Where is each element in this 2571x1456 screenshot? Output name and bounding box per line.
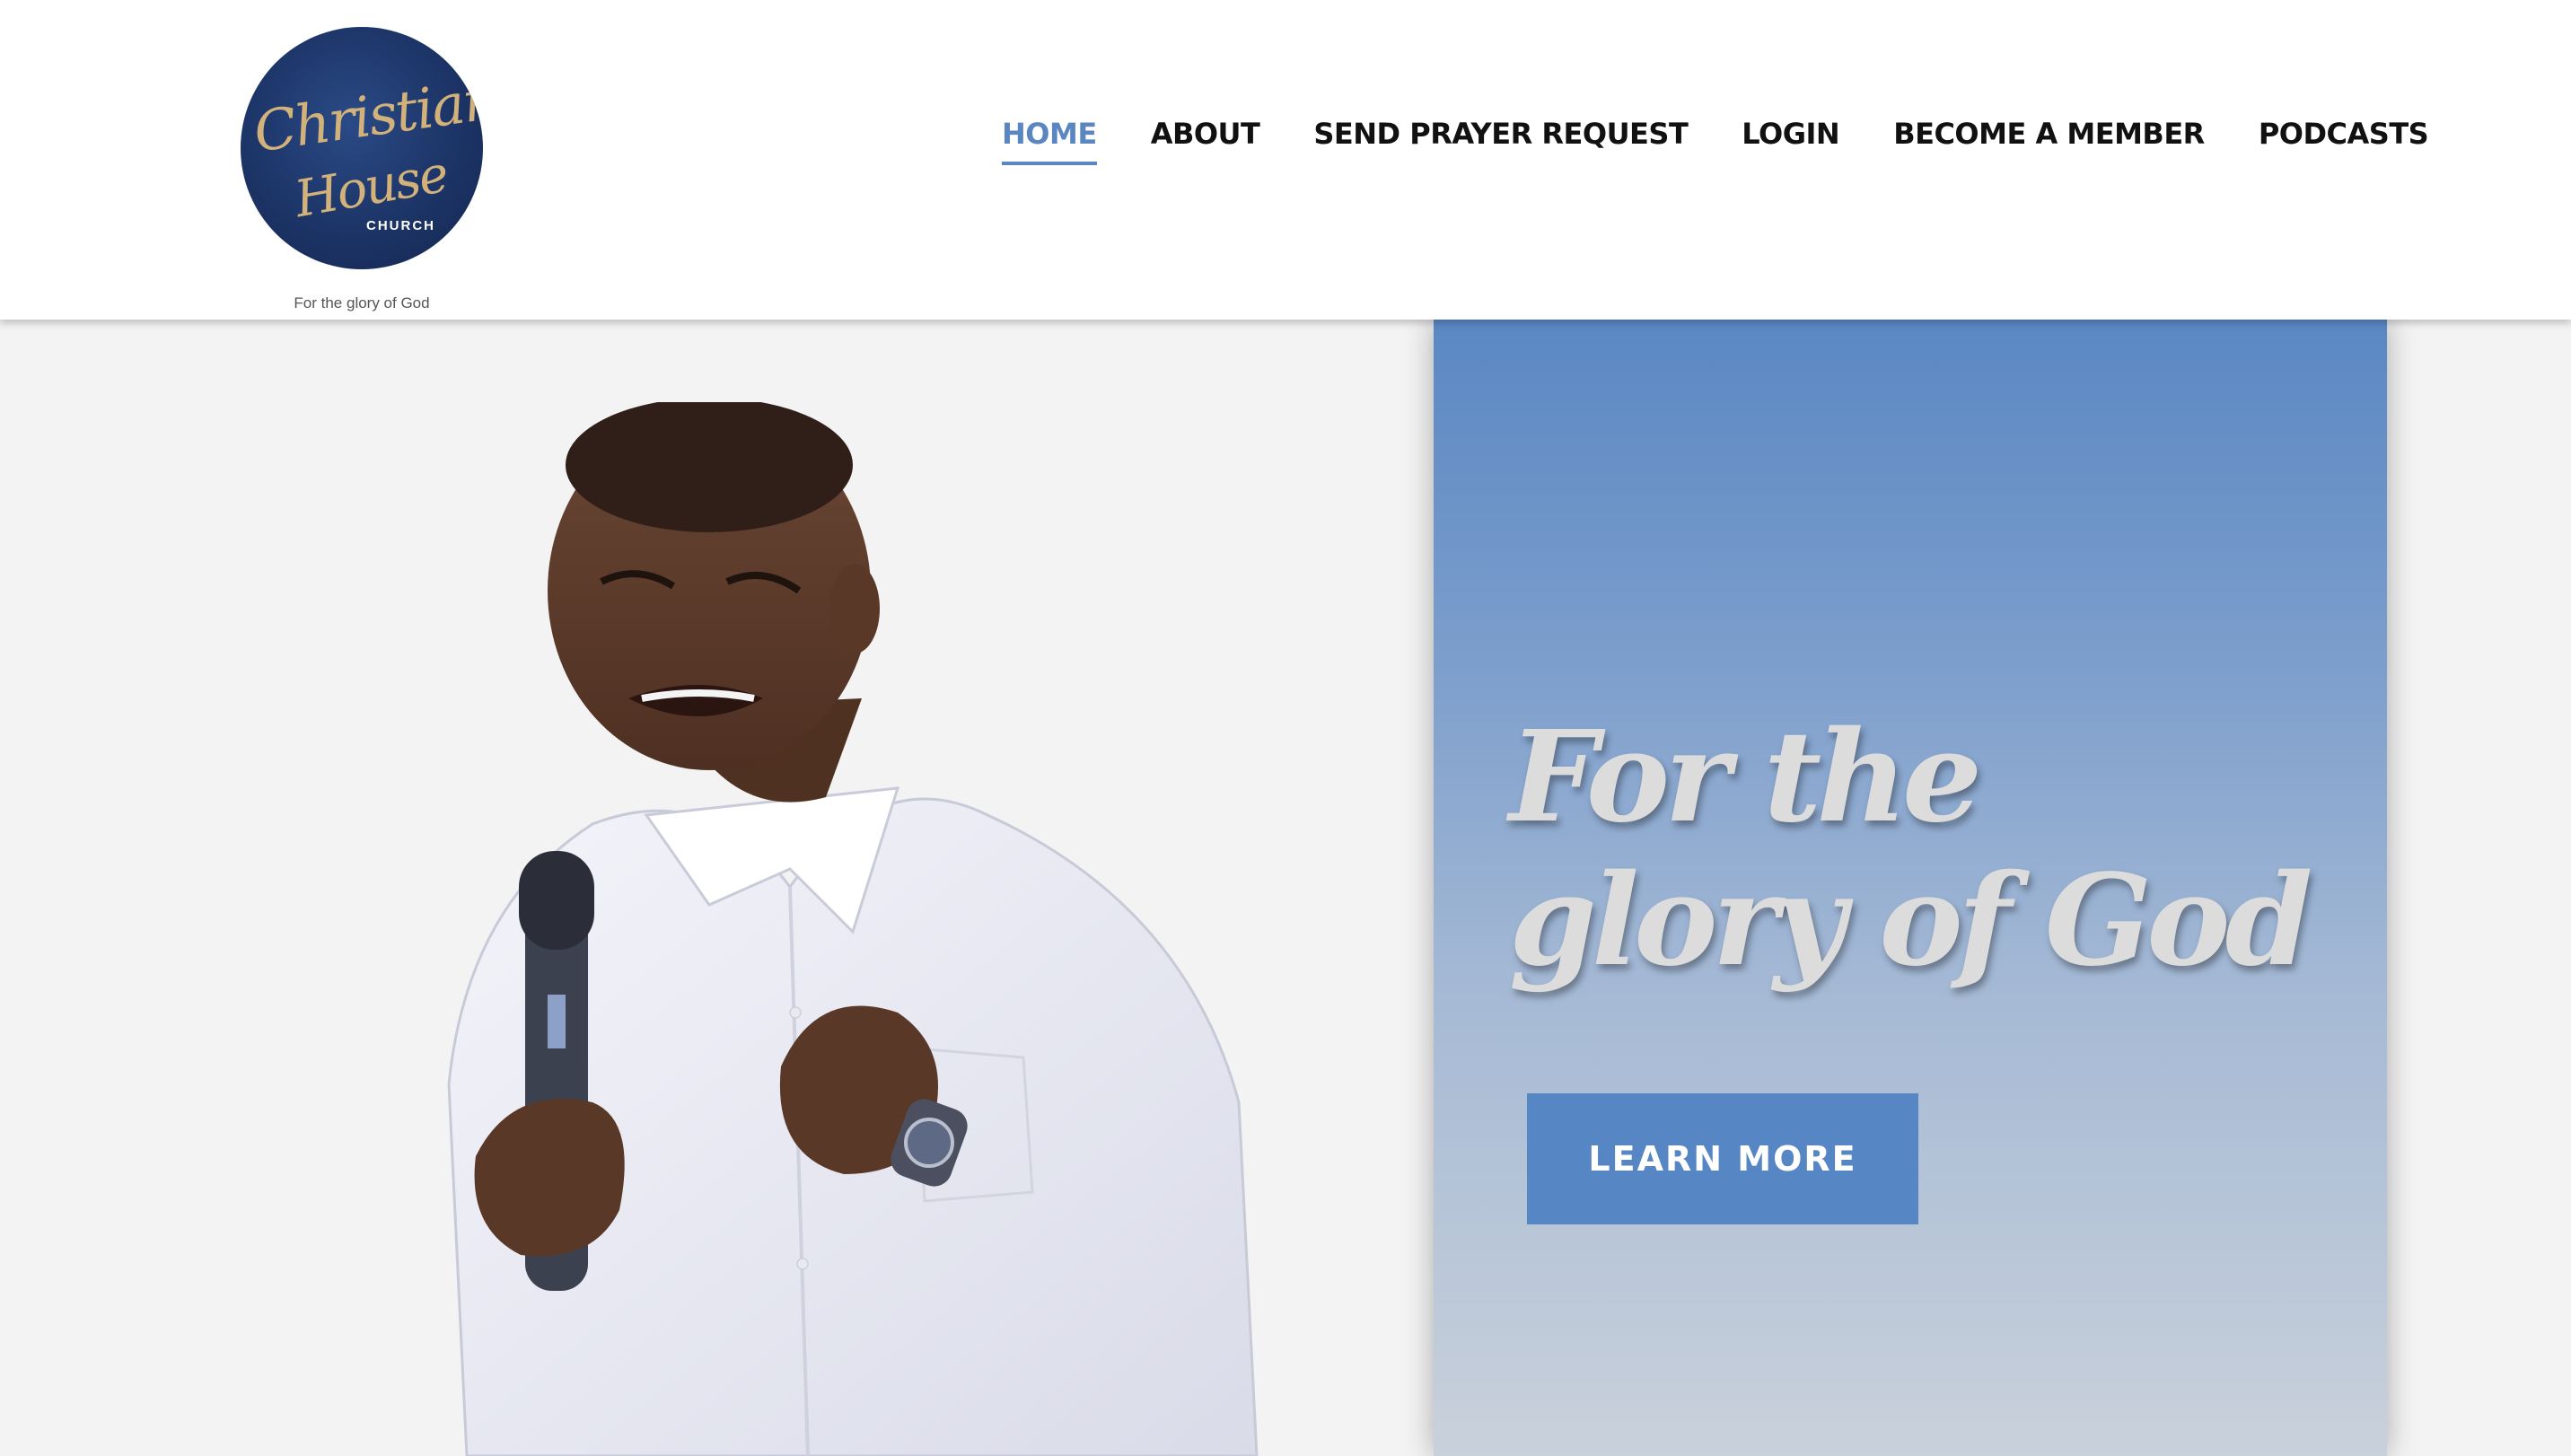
site-logo[interactable]: Christian House CHURCH For the glory of … [241, 27, 483, 316]
hero-section: For the glory of God LEARN MORE [0, 320, 2571, 1456]
nav-item-home[interactable]: HOME [1002, 117, 1097, 165]
nav-item-send-prayer-request[interactable]: SEND PRAYER REQUEST [1313, 117, 1688, 162]
hero-panel: For the glory of God LEARN MORE [1434, 320, 2387, 1456]
logo-word-church: CHURCH [366, 218, 435, 233]
logo-badge: Christian House CHURCH [241, 27, 483, 269]
logo-word-house: House [290, 145, 452, 230]
logo-word-christian: Christian [250, 66, 483, 165]
nav-item-podcasts[interactable]: PODCASTS [2259, 117, 2429, 162]
nav-item-about[interactable]: ABOUT [1151, 117, 1260, 162]
site-header: Christian House CHURCH For the glory of … [0, 0, 2571, 320]
nav-item-become-a-member[interactable]: BECOME A MEMBER [1893, 117, 2205, 162]
learn-more-button[interactable]: LEARN MORE [1527, 1093, 1918, 1224]
hero-heading: For the glory of God [1509, 704, 2312, 995]
nav-item-login[interactable]: LOGIN [1742, 117, 1839, 162]
logo-tagline: For the glory of God [294, 294, 430, 311]
hero-person-image [447, 402, 1259, 1456]
main-nav: HOME ABOUT SEND PRAYER REQUEST LOGIN BEC… [1002, 117, 2429, 165]
